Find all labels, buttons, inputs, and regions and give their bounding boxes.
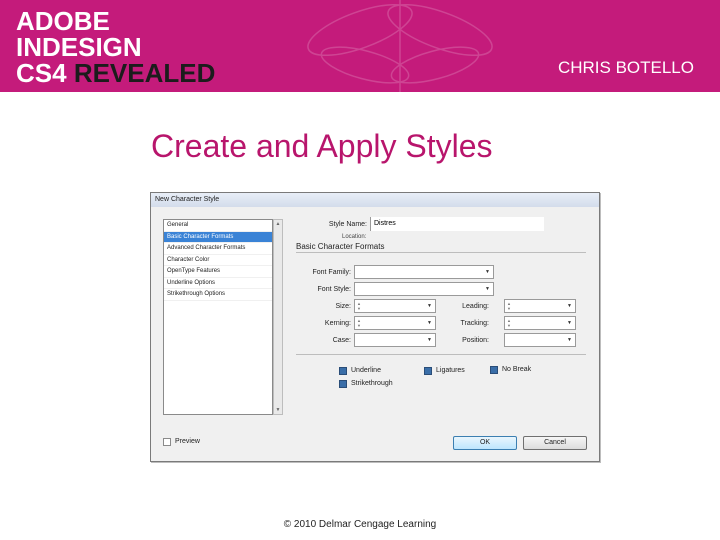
ok-button[interactable]: OK <box>453 436 517 450</box>
copyright-footer: © 2010 Delmar Cengage Learning <box>283 519 437 530</box>
preview-checkbox[interactable] <box>163 438 171 446</box>
section-title: Basic Character Formats <box>296 242 385 251</box>
dialog-title: New Character Style <box>151 193 599 207</box>
font-family-dropdown[interactable]: ▼ <box>354 265 494 279</box>
kerning-dropdown[interactable]: ▲ ▼ ▼ <box>354 316 436 330</box>
chevron-down-icon: ▼ <box>427 320 432 326</box>
stepper-icon[interactable]: ▲ ▼ <box>357 318 361 328</box>
category-item-strikethrough-options[interactable]: Strikethrough Options <box>164 289 272 301</box>
location-label: Location: <box>342 234 367 240</box>
strikethrough-checkbox[interactable] <box>339 380 347 388</box>
stepper-icon[interactable]: ▲ ▼ <box>357 301 361 311</box>
chevron-down-icon: ▼ <box>567 320 572 326</box>
section-divider-2 <box>296 354 586 355</box>
cancel-button[interactable]: Cancel <box>523 436 587 450</box>
dragonfly-watermark-icon <box>307 0 493 92</box>
chevron-down-icon: ▼ <box>485 269 490 275</box>
no-break-label: No Break <box>502 366 532 373</box>
stepper-icon[interactable]: ▲ ▼ <box>507 318 511 328</box>
chevron-down-icon: ▼ <box>485 286 490 292</box>
section-divider <box>296 252 586 253</box>
category-item-underline-options[interactable]: Underline Options <box>164 278 272 289</box>
no-break-checkbox[interactable] <box>490 366 498 374</box>
style-name-label: Style Name: <box>328 221 367 228</box>
category-item-basic-character-formats[interactable]: Basic Character Formats <box>164 231 272 243</box>
leading-label: Leading: <box>462 303 489 310</box>
ligatures-label: Ligatures <box>436 367 465 374</box>
header-banner: ADOBE INDESIGN CS4 REVEALED CHRIS BOTELL… <box>0 0 720 92</box>
category-item-general[interactable]: General <box>164 220 272 232</box>
banner-cs4: CS4 <box>16 58 74 88</box>
category-item-character-color[interactable]: Character Color <box>164 255 272 266</box>
banner-title-line-3: CS4 REVEALED <box>16 60 215 86</box>
stepper-icon[interactable]: ▲ ▼ <box>507 301 511 311</box>
strikethrough-label: Strikethrough <box>351 380 393 387</box>
preview-label: Preview <box>175 438 200 445</box>
ligatures-checkbox[interactable] <box>424 367 432 375</box>
size-dropdown[interactable]: ▲ ▼ ▼ <box>354 299 436 313</box>
tracking-label: Tracking: <box>460 320 489 327</box>
position-dropdown[interactable]: ▼ <box>504 333 576 347</box>
chevron-down-icon: ▼ <box>427 303 432 309</box>
category-item-advanced-character-formats[interactable]: Advanced Character Formats <box>164 243 272 255</box>
underline-checkbox[interactable] <box>339 367 347 375</box>
author-name: CHRIS BOTELLO <box>557 58 694 77</box>
font-style-dropdown[interactable]: ▼ <box>354 282 494 296</box>
leading-dropdown[interactable]: ▲ ▼ ▼ <box>504 299 576 313</box>
category-list: General Basic Character Formats Advanced… <box>163 219 273 415</box>
style-name-input[interactable]: Distres <box>370 217 544 231</box>
banner-revealed: REVEALED <box>73 58 216 88</box>
chevron-down-icon: ▼ <box>567 337 572 343</box>
underline-label: Underline <box>351 367 381 374</box>
slide-title: Create and Apply Styles <box>151 128 493 164</box>
position-label: Position: <box>462 337 489 344</box>
category-list-scrollbar[interactable]: ▲ ▼ <box>273 219 283 415</box>
case-dropdown[interactable]: ▼ <box>354 333 436 347</box>
banner-title-line-2: INDESIGN <box>16 32 142 62</box>
scroll-up-icon[interactable]: ▲ <box>274 220 282 228</box>
chevron-down-icon: ▼ <box>427 337 432 343</box>
font-style-label: Font Style: <box>317 286 351 293</box>
banner-title-line-1: ADOBE <box>16 6 110 36</box>
tracking-dropdown[interactable]: ▲ ▼ ▼ <box>504 316 576 330</box>
chevron-down-icon: ▼ <box>567 303 572 309</box>
font-family-label: Font Family: <box>312 269 351 276</box>
size-label: Size: <box>335 303 351 310</box>
scroll-down-icon[interactable]: ▼ <box>274 406 282 414</box>
new-character-style-dialog: New Character Style General Basic Charac… <box>150 192 600 462</box>
case-label: Case: <box>332 337 351 344</box>
category-item-opentype-features[interactable]: OpenType Features <box>164 266 272 278</box>
kerning-label: Kerning: <box>324 320 351 327</box>
